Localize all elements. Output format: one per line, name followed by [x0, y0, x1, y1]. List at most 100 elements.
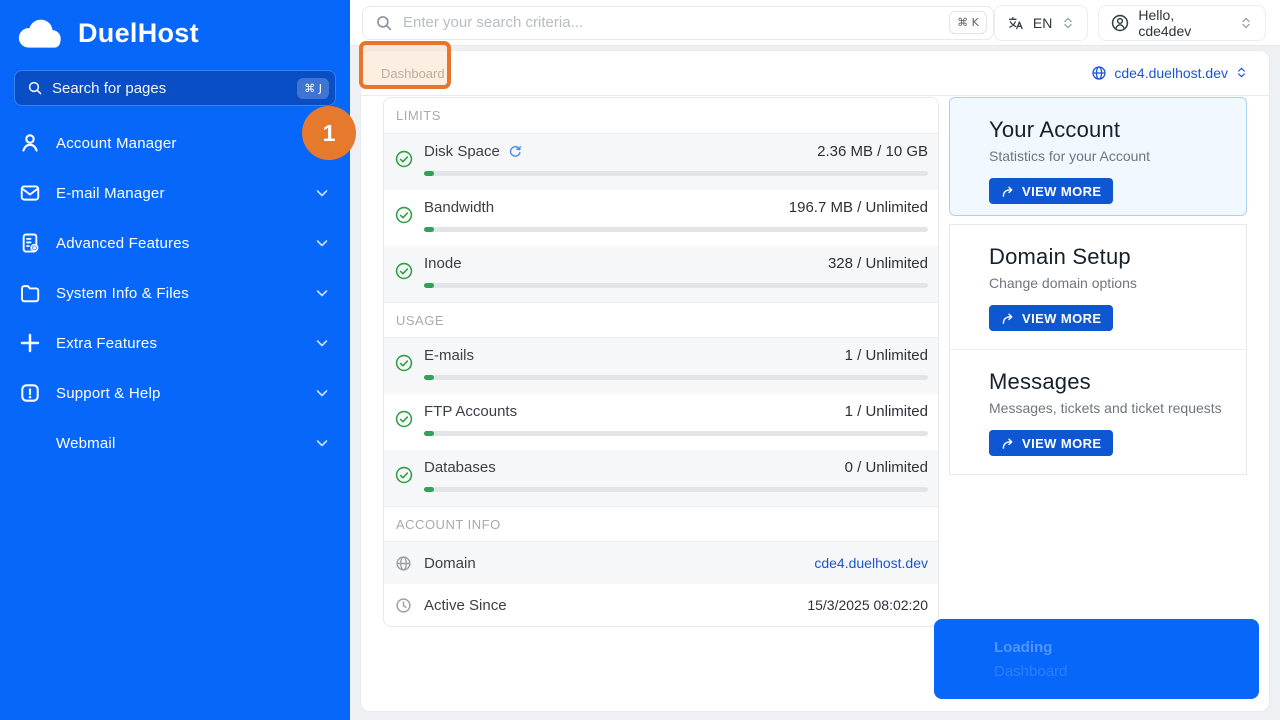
sidebar-item-label: Account Manager: [56, 135, 330, 152]
view-more-domain-button[interactable]: VIEW MORE: [989, 305, 1113, 331]
stat-label: Databases: [424, 459, 496, 476]
loading-toast: Loading Dashboard: [934, 619, 1259, 699]
user-circle-icon: [1111, 14, 1129, 32]
stat-label: Inode: [424, 255, 462, 272]
progress-bar: [424, 375, 928, 380]
chevron-down-icon: [314, 435, 330, 451]
language-selector[interactable]: EN: [994, 5, 1088, 41]
button-label: VIEW MORE: [1022, 436, 1101, 451]
topbar: ⌘ K EN Hello, cde4dev: [350, 0, 1280, 46]
stat-value: 1 / Unlimited: [845, 347, 928, 364]
sidebar-search[interactable]: ⌘ J: [14, 70, 336, 106]
messages-card: Messages Messages, tickets and ticket re…: [950, 349, 1246, 474]
sidebar-item-support-help[interactable]: Support & Help: [0, 368, 350, 418]
domain-setup-card: Domain Setup Change domain options VIEW …: [950, 225, 1246, 349]
shortcut-badge: ⌘ K: [949, 11, 987, 34]
your-account-card: Your Account Statistics for your Account…: [949, 97, 1247, 216]
sidebar-item-system-info-files[interactable]: System Info & Files: [0, 268, 350, 318]
content-card: Dashboard cde4.duelhost.dev LIMITS Disk …: [360, 50, 1270, 712]
card-subtitle: Change domain options: [989, 275, 1226, 291]
global-search[interactable]: ⌘ K: [362, 6, 994, 40]
sidebar-item-label: Webmail: [56, 435, 299, 452]
brand-name: DuelHost: [78, 18, 199, 49]
info-row-active-since: Active Since 15/3/2025 08:02:20: [384, 584, 938, 626]
mail-icon: [19, 182, 41, 204]
chevron-down-icon: [314, 335, 330, 351]
view-more-account-button[interactable]: VIEW MORE: [989, 178, 1113, 204]
chevron-down-icon: [314, 385, 330, 401]
check-circle-icon: [395, 466, 413, 484]
toast-subtitle: Dashboard: [994, 663, 1259, 680]
info-value: 15/3/2025 08:02:20: [807, 597, 928, 613]
chevron-down-icon: [314, 235, 330, 251]
document-gear-icon: [19, 232, 41, 254]
progress-bar: [424, 171, 928, 176]
card-title: Your Account: [989, 117, 1226, 143]
section-header-account-info: ACCOUNT INFO: [384, 506, 938, 542]
sidebar-item-label: Extra Features: [56, 335, 299, 352]
card-subtitle: Statistics for your Account: [989, 148, 1226, 164]
external-link-icon: [1001, 437, 1014, 450]
promo-column: Your Account Statistics for your Account…: [949, 97, 1247, 475]
sidebar-search-input[interactable]: [52, 80, 288, 97]
check-circle-icon: [395, 150, 413, 168]
stat-row-disk-space: Disk Space 2.36 MB / 10 GB: [384, 134, 938, 190]
progress-bar: [424, 227, 928, 232]
progress-fill: [424, 487, 434, 492]
toast-title: Loading: [994, 639, 1259, 656]
domain-selector-label: cde4.duelhost.dev: [1114, 65, 1228, 81]
globe-icon: [395, 555, 412, 572]
stat-value: 1 / Unlimited: [845, 403, 928, 420]
check-circle-icon: [395, 354, 413, 372]
check-circle-icon: [395, 206, 413, 224]
view-more-messages-button[interactable]: VIEW MORE: [989, 430, 1113, 456]
progress-fill: [424, 431, 434, 436]
annotation-step-badge: 1: [302, 106, 356, 160]
shortcut-badge: ⌘ J: [297, 78, 329, 99]
info-label: Domain: [424, 555, 476, 572]
user-menu[interactable]: Hello, cde4dev: [1098, 5, 1266, 41]
button-label: VIEW MORE: [1022, 311, 1101, 326]
stats-card: LIMITS Disk Space 2.36 MB / 10 GB: [383, 97, 939, 627]
stat-value: 0 / Unlimited: [845, 459, 928, 476]
sidebar-item-email-manager[interactable]: E-mail Manager: [0, 168, 350, 218]
card-subtitle: Messages, tickets and ticket requests: [989, 400, 1226, 416]
breadcrumb-row: Dashboard cde4.duelhost.dev: [361, 51, 1269, 96]
sidebar-item-webmail[interactable]: Webmail: [0, 418, 350, 468]
search-icon: [375, 14, 393, 32]
user-greeting: Hello, cde4dev: [1138, 7, 1230, 39]
card-title: Messages: [989, 369, 1226, 395]
domain-link[interactable]: cde4.duelhost.dev: [814, 555, 928, 571]
section-header-limits: LIMITS: [384, 98, 938, 134]
chevron-down-icon: [314, 185, 330, 201]
stat-row-databases: Databases 0 / Unlimited: [384, 450, 938, 506]
progress-fill: [424, 283, 434, 288]
brand[interactable]: DuelHost: [0, 0, 350, 62]
cloud-logo-icon: [14, 14, 66, 52]
unfold-icon: [1235, 66, 1249, 80]
stat-label: Bandwidth: [424, 199, 494, 216]
card-title: Domain Setup: [989, 244, 1226, 270]
progress-bar: [424, 431, 928, 436]
external-link-icon: [1001, 185, 1014, 198]
progress-fill: [424, 227, 434, 232]
stat-label: E-mails: [424, 347, 474, 364]
domain-selector[interactable]: cde4.duelhost.dev: [1091, 65, 1249, 81]
sidebar-nav: Account Manager E-mail Manager Advanced …: [0, 118, 350, 468]
alert-square-icon: [19, 382, 41, 404]
sidebar-item-label: Support & Help: [56, 385, 299, 402]
sidebar-item-account-manager[interactable]: Account Manager: [0, 118, 350, 168]
unfold-icon: [1239, 16, 1253, 30]
section-header-usage: USAGE: [384, 302, 938, 338]
sidebar: DuelHost ⌘ J Account Manager E-mail Mana…: [0, 0, 350, 720]
refresh-icon[interactable]: [508, 145, 522, 159]
main-area: ⌘ K EN Hello, cde4dev Dashboard cde4.due…: [350, 0, 1280, 720]
language-label: EN: [1033, 15, 1052, 31]
stat-label: Disk Space: [424, 143, 500, 160]
breadcrumb[interactable]: Dashboard: [381, 66, 445, 81]
global-search-input[interactable]: [403, 14, 939, 31]
sidebar-item-advanced-features[interactable]: Advanced Features: [0, 218, 350, 268]
sidebar-item-extra-features[interactable]: Extra Features: [0, 318, 350, 368]
unfold-icon: [1061, 16, 1075, 30]
sidebar-item-label: System Info & Files: [56, 285, 299, 302]
